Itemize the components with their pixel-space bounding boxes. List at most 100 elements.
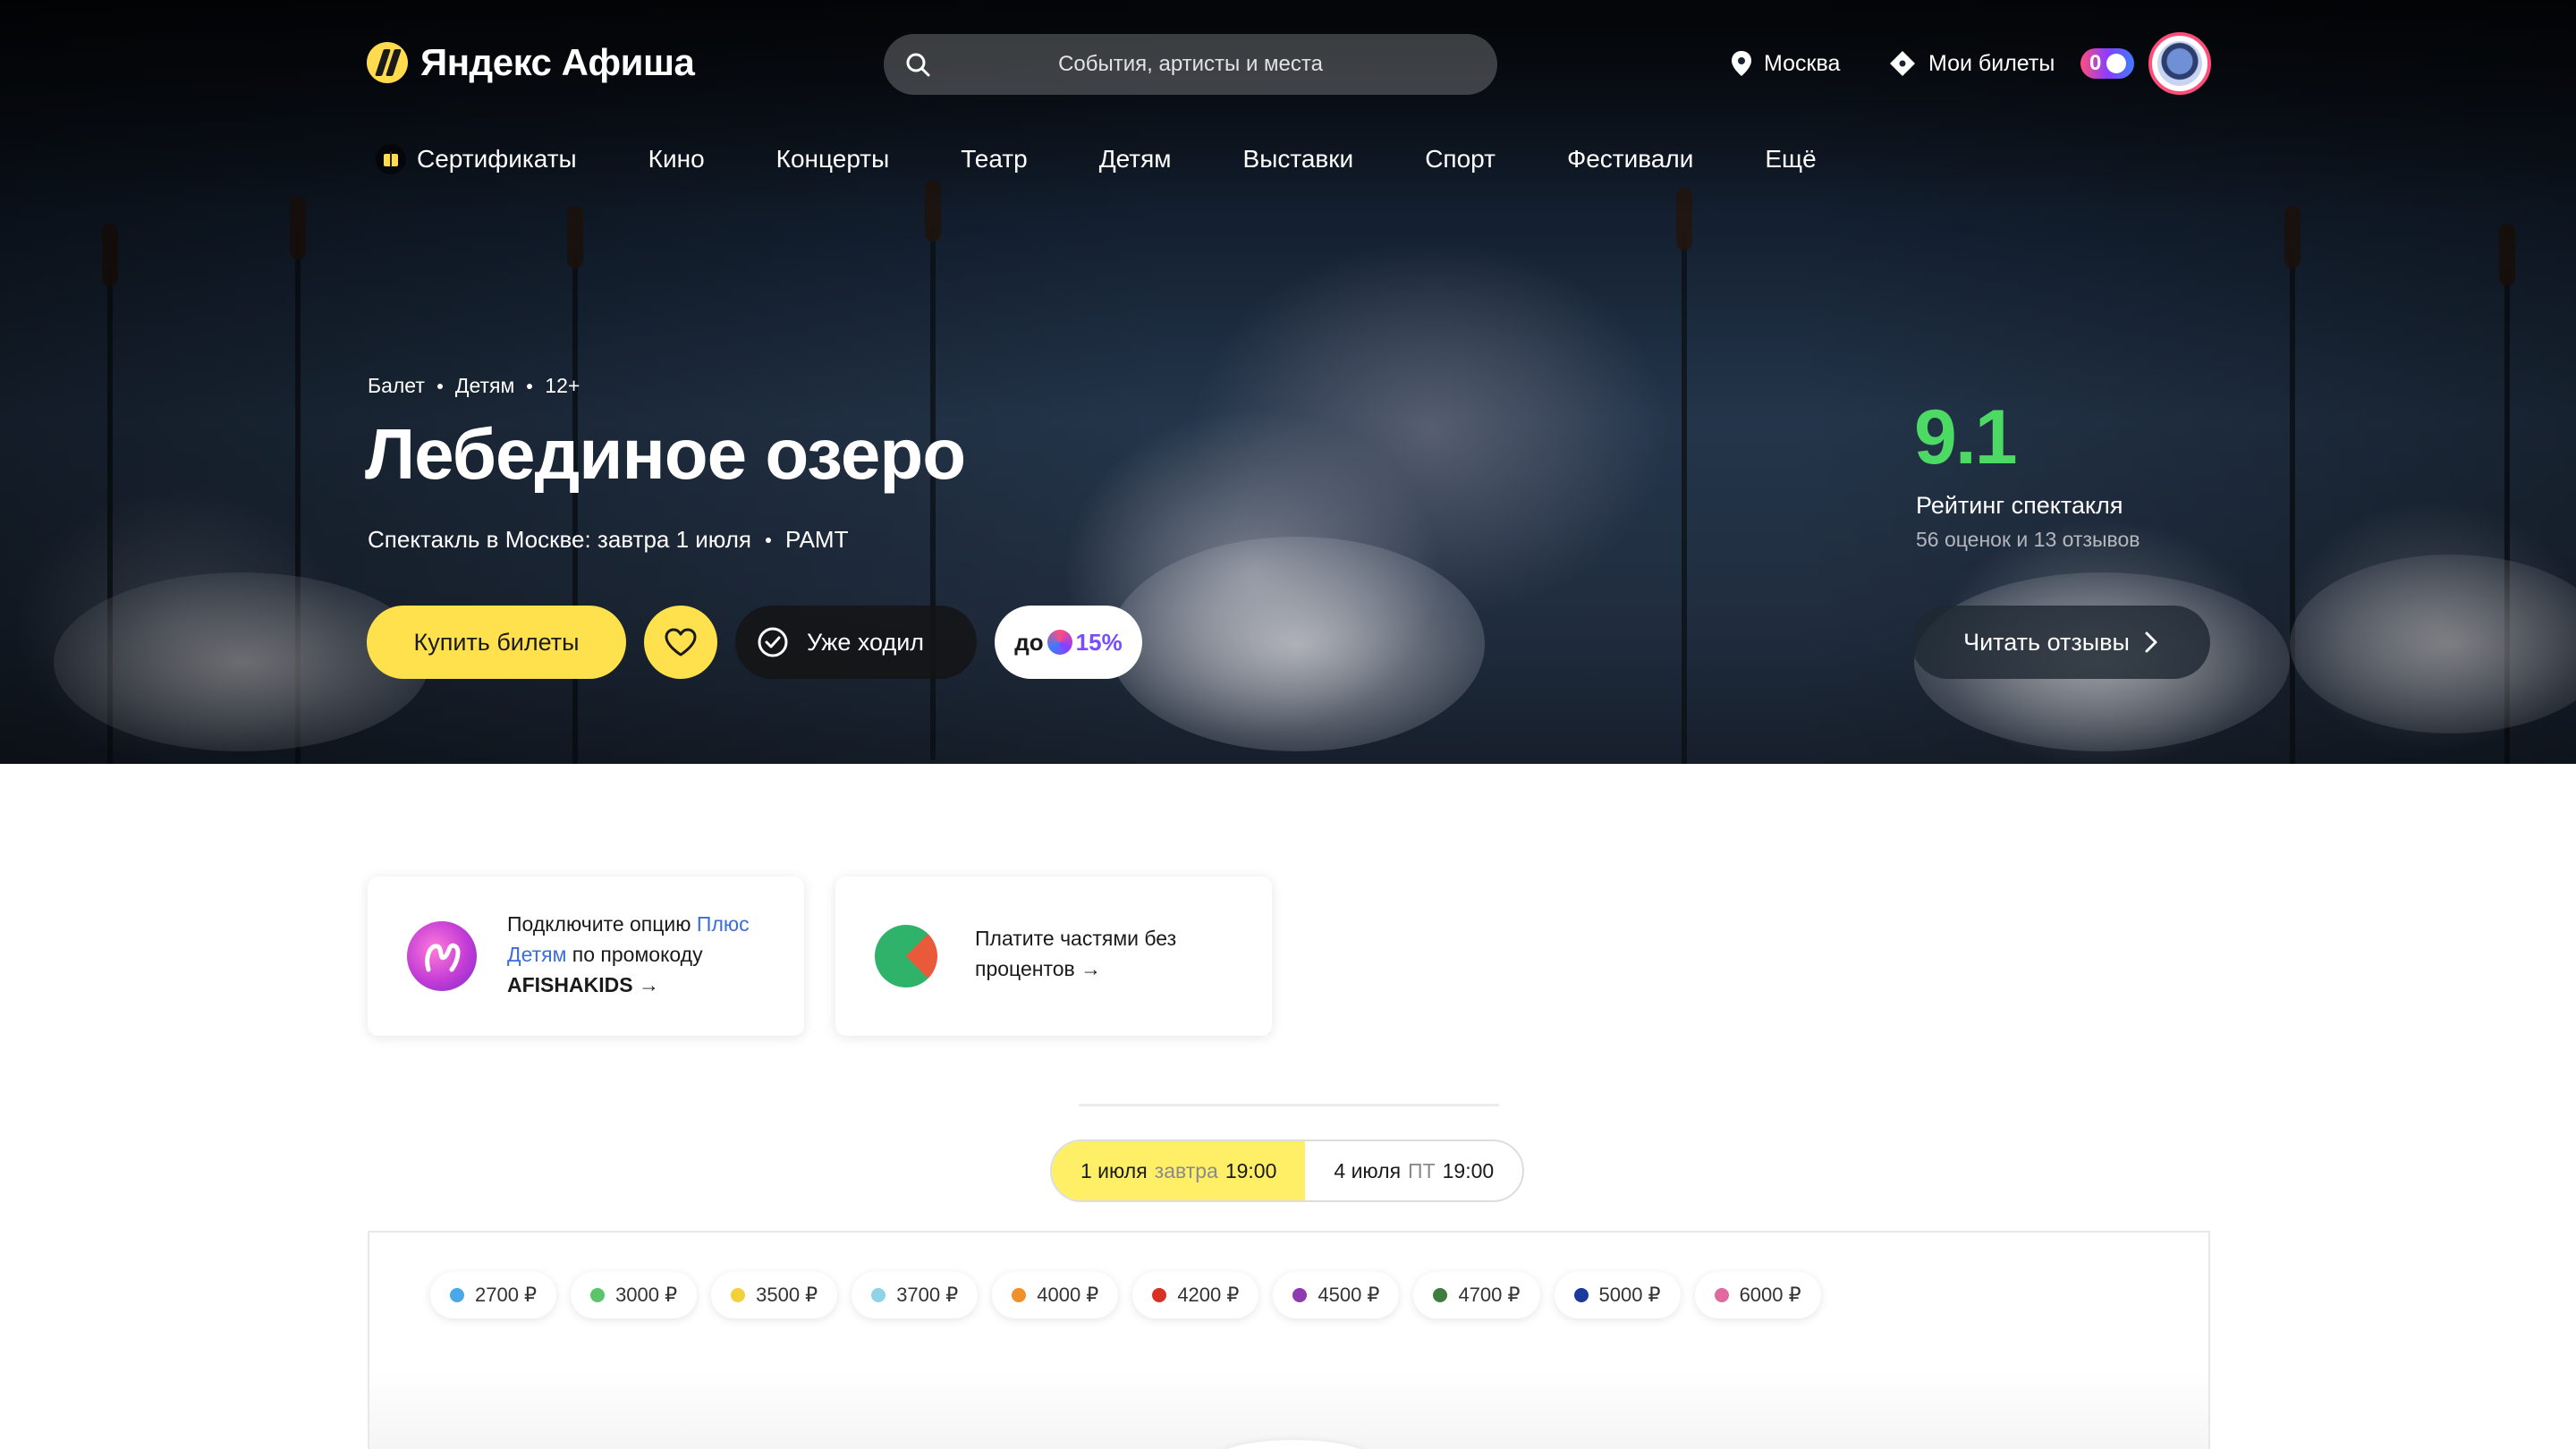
price-color-dot xyxy=(731,1288,746,1302)
event-title: Лебединое озеро xyxy=(365,414,966,494)
tag-genre[interactable]: Балет xyxy=(368,374,425,398)
site-logo[interactable]: Яндекс Афиша xyxy=(367,39,695,86)
plus-points-badge[interactable]: 0 xyxy=(2080,48,2134,79)
price-filter[interactable]: 3000 ₽ xyxy=(571,1272,698,1318)
read-reviews-button[interactable]: Читать отзывы xyxy=(1911,606,2210,679)
price-label: 2700 ₽ xyxy=(475,1284,538,1306)
rating-value: 9.1 xyxy=(1914,394,2018,480)
price-color-dot xyxy=(1152,1288,1167,1302)
price-filter[interactable]: 5000 ₽ xyxy=(1554,1272,1681,1318)
tag-age: 12+ xyxy=(545,374,580,397)
nav-item-exhibitions[interactable]: Выставки xyxy=(1243,145,1354,174)
avatar-image xyxy=(2157,41,2202,86)
price-filter[interactable]: 4500 ₽ xyxy=(1273,1272,1400,1318)
favorite-button[interactable] xyxy=(644,606,717,679)
price-filter[interactable]: 6000 ₽ xyxy=(1694,1272,1821,1318)
rating-label: Рейтинг спектакля xyxy=(1916,492,2123,519)
heart-icon xyxy=(665,628,697,657)
stage-outline xyxy=(1217,1440,1369,1449)
price-color-dot xyxy=(1292,1288,1308,1302)
nav-item-label: Сертификаты xyxy=(417,145,577,173)
price-label: 4500 ₽ xyxy=(1318,1284,1380,1306)
price-filter[interactable]: 4000 ₽ xyxy=(992,1272,1119,1318)
session-date: 4 июля xyxy=(1334,1158,1402,1182)
price-filter[interactable]: 3700 ₽ xyxy=(852,1272,979,1318)
session-time: 19:00 xyxy=(1224,1158,1277,1182)
nav-item-festivals[interactable]: Фестивали xyxy=(1567,145,1693,174)
tag-kids[interactable]: Детям xyxy=(455,374,514,398)
cashback-value: 15% xyxy=(1075,628,1123,656)
separator-dot xyxy=(436,383,443,389)
city-label: Москва xyxy=(1764,50,1841,76)
session-date: 1 июля xyxy=(1080,1158,1148,1182)
promo-split-text: Платите частями без процентов → xyxy=(975,927,1177,980)
cashback-prefix: до xyxy=(1014,628,1044,656)
rating-count: 56 оценок и 13 отзывов xyxy=(1916,528,2140,551)
session-date-option[interactable]: 4 июля ПТ 19:00 xyxy=(1305,1141,1522,1200)
price-label: 4700 ₽ xyxy=(1458,1284,1521,1306)
nav-item-kids[interactable]: Детям xyxy=(1099,145,1172,174)
price-filter[interactable]: 4200 ₽ xyxy=(1132,1272,1259,1318)
price-color-dot xyxy=(1573,1288,1589,1302)
price-legend: 2700 ₽ 3000 ₽ 3500 ₽ 3700 ₽ 4000 ₽ 4200 … xyxy=(430,1272,1821,1318)
plus-kids-icon xyxy=(407,921,477,991)
session-day: завтра xyxy=(1154,1158,1218,1182)
split-payment-icon xyxy=(875,925,937,987)
nav-item-more[interactable]: Ещё xyxy=(1765,145,1816,174)
plus-icon xyxy=(1046,630,1072,655)
nav-item-cinema[interactable]: Кино xyxy=(648,145,705,174)
seating-map[interactable]: 2700 ₽ 3000 ₽ 3500 ₽ 3700 ₽ 4000 ₽ 4200 … xyxy=(368,1231,2210,1449)
separator-dot xyxy=(527,383,533,389)
promo-plus-text: Подключите опцию Плюс Детям по промокоду… xyxy=(507,909,784,1000)
already-went-button[interactable]: Уже ходил xyxy=(735,606,977,679)
nav-item-concerts[interactable]: Концерты xyxy=(776,145,890,174)
promo-card-plus-kids[interactable]: Подключите опцию Плюс Детям по промокоду… xyxy=(368,877,804,1036)
price-filter[interactable]: 2700 ₽ xyxy=(430,1272,557,1318)
price-label: 3000 ₽ xyxy=(615,1284,678,1306)
promo-card-split[interactable]: Платите частями без процентов → xyxy=(835,877,1272,1036)
event-venue[interactable]: РАМТ xyxy=(785,526,848,554)
price-color-dot xyxy=(1714,1288,1729,1302)
price-color-dot xyxy=(871,1288,886,1302)
plus-cashback-button[interactable]: до 15% xyxy=(995,606,1142,679)
price-label: 4200 ₽ xyxy=(1177,1284,1240,1306)
search-placeholder: События, артисты и места xyxy=(1058,52,1323,76)
price-label: 4000 ₽ xyxy=(1037,1284,1099,1306)
nav-item-sport[interactable]: Спорт xyxy=(1425,145,1496,174)
event-tags: Балет Детям 12+ xyxy=(368,374,580,398)
price-filter[interactable]: 3500 ₽ xyxy=(711,1272,838,1318)
session-date-option[interactable]: 1 июля завтра 19:00 xyxy=(1052,1141,1306,1200)
section-divider xyxy=(1079,1104,1499,1106)
already-went-label: Уже ходил xyxy=(807,628,925,656)
gift-icon xyxy=(376,144,406,174)
nav-item-certificates[interactable]: Сертификаты xyxy=(376,144,577,174)
search-input[interactable]: События, артисты и места xyxy=(884,34,1497,95)
session-date-selector: 1 июля завтра 19:00 4 июля ПТ 19:00 xyxy=(1050,1140,1525,1202)
check-circle-icon xyxy=(758,627,788,657)
city-selector[interactable]: Москва xyxy=(1730,47,1840,80)
promo-code: AFISHAKIDS → xyxy=(507,973,659,996)
separator-dot xyxy=(765,537,771,543)
location-pin-icon xyxy=(1732,51,1751,76)
price-label: 6000 ₽ xyxy=(1739,1284,1801,1306)
price-color-dot xyxy=(450,1288,464,1302)
promo-plus-text-1: Подключите опцию xyxy=(507,912,697,936)
price-color-dot xyxy=(1012,1288,1027,1302)
session-time: 19:00 xyxy=(1442,1158,1495,1182)
price-label: 5000 ₽ xyxy=(1598,1284,1661,1306)
price-color-dot xyxy=(1433,1288,1448,1302)
session-day: ПТ xyxy=(1408,1158,1436,1182)
price-label: 3500 ₽ xyxy=(756,1284,818,1306)
hero-top-overlay xyxy=(0,0,2576,215)
event-subtitle: Спектакль в Москве: завтра 1 июля РАМТ xyxy=(368,526,848,554)
price-color-dot xyxy=(590,1288,606,1302)
my-tickets-link[interactable]: Мои билеты xyxy=(1887,47,2055,80)
main-nav: Сертификаты Кино Концерты Театр Детям Вы… xyxy=(376,140,1888,179)
buy-tickets-button[interactable]: Купить билеты xyxy=(367,606,626,679)
user-avatar[interactable] xyxy=(2148,32,2211,95)
price-filter[interactable]: 4700 ₽ xyxy=(1413,1272,1540,1318)
promo-plus-text-2: по промокоду xyxy=(566,943,703,966)
nav-item-theatre[interactable]: Театр xyxy=(961,145,1027,174)
price-label: 3700 ₽ xyxy=(896,1284,959,1306)
read-reviews-label: Читать отзывы xyxy=(1963,628,2130,656)
